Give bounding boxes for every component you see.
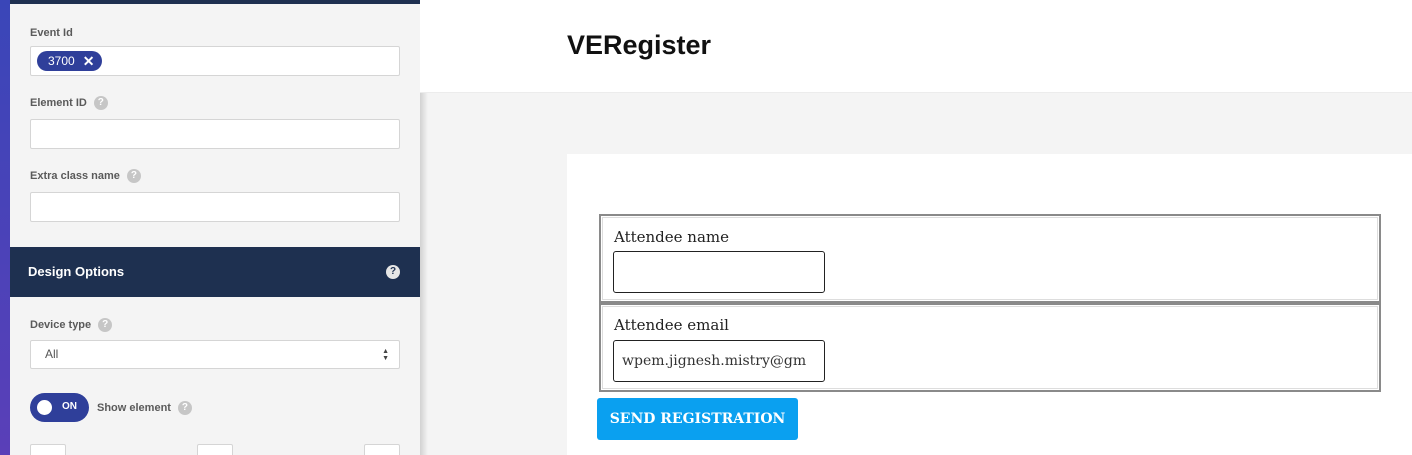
attendee-name-label: Attendee name [614,228,729,246]
attendee-email-input[interactable]: wpem.jignesh.mistry@gm [613,340,825,382]
panel-top-bar [10,0,420,4]
device-type-label: Device type ? [30,318,113,332]
site-header: VERegister [420,0,1412,93]
event-id-label: Event Id [30,27,73,39]
spacing-input[interactable] [364,444,400,455]
device-type-selected: All [45,347,59,361]
attendee-email-label: Attendee email [614,316,729,334]
spacing-input[interactable] [30,444,66,455]
design-options-title: Design Options [28,264,125,279]
help-icon[interactable]: ? [93,96,108,110]
help-icon[interactable]: ? [177,401,192,415]
spacing-input[interactable] [197,444,233,455]
extra-class-label: Extra class name ? [30,169,141,183]
select-arrows-icon: ▲ ▼ [382,348,389,362]
toggle-knob [37,400,52,415]
help-icon[interactable]: ? [98,318,113,332]
show-element-label: Show element ? [97,401,192,415]
extra-class-input[interactable] [30,192,400,222]
show-element-toggle[interactable]: ON [30,393,89,422]
element-id-label: Element ID ? [30,96,108,110]
attendee-name-input[interactable] [613,251,825,293]
element-settings-panel: Event Id 3700 ✕ Element ID ? Extra class… [10,0,420,455]
help-icon[interactable]: ? [126,169,141,183]
event-id-tag-value: 3700 [48,54,75,68]
attendee-name-group: Attendee name [599,214,1381,303]
help-icon[interactable]: ? [386,265,400,279]
device-type-select[interactable]: All ▲ ▼ [30,340,400,369]
attendee-email-group: Attendee email wpem.jignesh.mistry@gm [599,303,1381,392]
send-registration-button[interactable]: SEND REGISTRATION [597,398,798,440]
panel-accent-strip [0,0,10,455]
event-id-input[interactable]: 3700 ✕ [30,46,400,76]
event-id-tag: 3700 ✕ [37,51,103,71]
element-id-input[interactable] [30,119,400,149]
design-options-header[interactable]: Design Options ? [10,247,420,297]
close-icon[interactable]: ✕ [83,54,95,68]
toggle-state: ON [62,401,77,412]
site-title[interactable]: VERegister [567,30,711,61]
